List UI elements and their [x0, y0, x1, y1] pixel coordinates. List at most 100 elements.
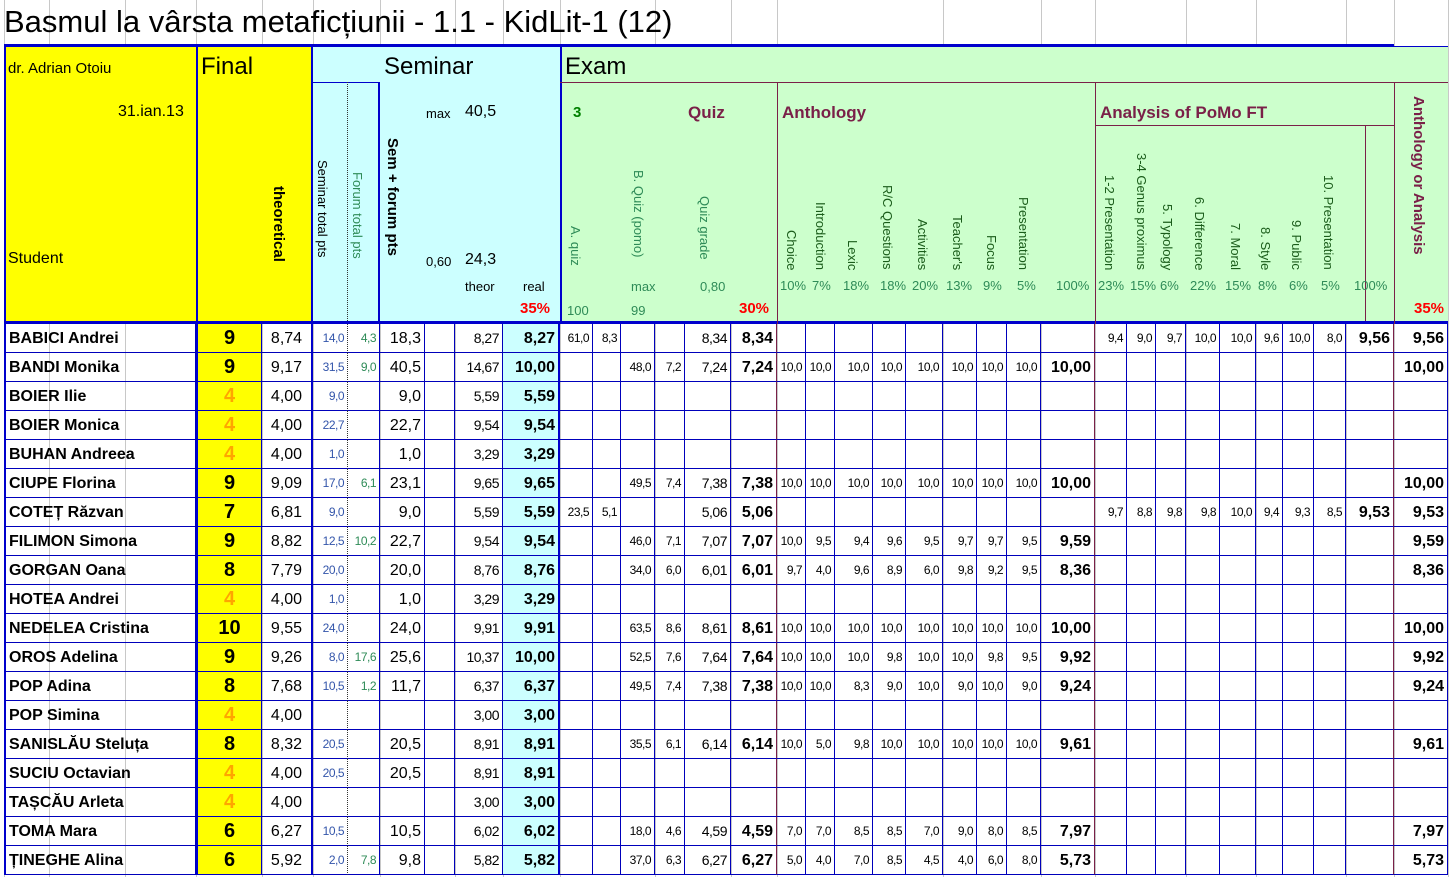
quiz-b-grade[interactable]: 7,4 — [655, 469, 685, 498]
analysis-score[interactable] — [1127, 411, 1156, 440]
anthology-score[interactable] — [906, 382, 943, 411]
anthology-score[interactable] — [873, 701, 906, 730]
anthology-score[interactable] — [873, 382, 906, 411]
anthology-total[interactable]: 10,00 — [1041, 353, 1095, 382]
anthology-score[interactable] — [777, 498, 806, 527]
analysis-total[interactable] — [1346, 846, 1394, 875]
quiz-a-grade[interactable]: 5,1 — [593, 498, 621, 527]
quiz-grade[interactable]: 8,61 — [685, 614, 731, 643]
analysis-score[interactable] — [1156, 614, 1186, 643]
quiz-b-points[interactable]: 46,0 — [621, 527, 655, 556]
quiz-final[interactable] — [731, 788, 777, 817]
anthology-score[interactable]: 10,0 — [1007, 353, 1041, 382]
anthology-score[interactable]: 7,0 — [835, 846, 873, 875]
analysis-score[interactable] — [1127, 353, 1156, 382]
analysis-score[interactable] — [1095, 759, 1127, 788]
sem-forum-total[interactable]: 23,1 — [380, 469, 425, 498]
seminar-total[interactable]: 20,5 — [313, 759, 348, 788]
seminar-theor[interactable]: 8,91 — [455, 759, 503, 788]
analysis-score[interactable] — [1314, 353, 1346, 382]
anthology-score[interactable] — [835, 498, 873, 527]
final-grade[interactable]: 4 — [196, 440, 262, 469]
analysis-score[interactable] — [1314, 846, 1346, 875]
seminar-theor[interactable]: 3,00 — [455, 701, 503, 730]
anthology-score[interactable] — [906, 585, 943, 614]
seminar-blank[interactable] — [425, 643, 455, 672]
anthology-score[interactable]: 9,0 — [943, 817, 977, 846]
seminar-real[interactable]: 3,00 — [503, 701, 560, 730]
analysis-total[interactable]: 9,56 — [1346, 324, 1394, 353]
quiz-b-points[interactable]: 52,5 — [621, 643, 655, 672]
analysis-score[interactable] — [1256, 585, 1283, 614]
quiz-b-grade[interactable]: 7,2 — [655, 353, 685, 382]
seminar-total[interactable]: 31,5 — [313, 353, 348, 382]
analysis-score[interactable] — [1220, 440, 1256, 469]
seminar-blank[interactable] — [425, 672, 455, 701]
analysis-score[interactable] — [1156, 701, 1186, 730]
analysis-score[interactable] — [1314, 614, 1346, 643]
theoretical-grade[interactable]: 5,92 — [262, 846, 313, 875]
theoretical-grade[interactable]: 7,79 — [262, 556, 313, 585]
sem-forum-total[interactable]: 20,0 — [380, 556, 425, 585]
analysis-score[interactable] — [1127, 556, 1156, 585]
theoretical-grade[interactable]: 4,00 — [262, 585, 313, 614]
anthology-score[interactable] — [777, 440, 806, 469]
anthology-score[interactable] — [873, 324, 906, 353]
anthology-score[interactable]: 10,0 — [777, 614, 806, 643]
forum-total[interactable]: 6,1 — [348, 469, 380, 498]
seminar-real[interactable]: 9,54 — [503, 527, 560, 556]
anthology-score[interactable]: 5,0 — [777, 846, 806, 875]
analysis-score[interactable] — [1127, 817, 1156, 846]
anthology-total[interactable]: 9,61 — [1041, 730, 1095, 759]
anthology-total[interactable]: 10,00 — [1041, 614, 1095, 643]
analysis-score[interactable] — [1220, 643, 1256, 672]
quiz-b-grade[interactable]: 6,3 — [655, 846, 685, 875]
quiz-a-points[interactable] — [560, 411, 593, 440]
final-grade[interactable]: 4 — [196, 411, 262, 440]
analysis-score[interactable] — [1283, 382, 1314, 411]
quiz-b-grade[interactable]: 6,1 — [655, 730, 685, 759]
analysis-total[interactable] — [1346, 527, 1394, 556]
quiz-a-grade[interactable] — [593, 701, 621, 730]
anthology-score[interactable] — [943, 498, 977, 527]
analysis-score[interactable] — [1283, 846, 1314, 875]
anthology-score[interactable] — [906, 788, 943, 817]
forum-total[interactable] — [348, 788, 380, 817]
analysis-score[interactable] — [1283, 440, 1314, 469]
forum-total[interactable] — [348, 498, 380, 527]
quiz-final[interactable]: 7,38 — [731, 469, 777, 498]
analysis-score[interactable] — [1095, 701, 1127, 730]
analysis-score[interactable] — [1256, 382, 1283, 411]
seminar-blank[interactable] — [425, 440, 455, 469]
analysis-score[interactable] — [1186, 527, 1220, 556]
anthology-score[interactable]: 10,0 — [977, 730, 1007, 759]
analysis-score[interactable] — [1314, 382, 1346, 411]
analysis-score[interactable]: 9,4 — [1095, 324, 1127, 353]
anthology-score[interactable] — [977, 788, 1007, 817]
sem-forum-total[interactable]: 40,5 — [380, 353, 425, 382]
quiz-b-grade[interactable]: 7,4 — [655, 672, 685, 701]
quiz-final[interactable] — [731, 382, 777, 411]
anthology-score[interactable]: 9,5 — [1007, 527, 1041, 556]
analysis-score[interactable] — [1127, 701, 1156, 730]
analysis-total[interactable] — [1346, 469, 1394, 498]
analysis-score[interactable] — [1256, 672, 1283, 701]
quiz-final[interactable]: 7,07 — [731, 527, 777, 556]
student-name[interactable]: TAȘCĂU Arleta — [4, 788, 196, 817]
quiz-b-grade[interactable] — [655, 440, 685, 469]
quiz-b-points[interactable]: 35,5 — [621, 730, 655, 759]
quiz-b-grade[interactable]: 7,6 — [655, 643, 685, 672]
quiz-a-grade[interactable] — [593, 672, 621, 701]
analysis-score[interactable] — [1256, 788, 1283, 817]
forum-total[interactable]: 10,2 — [348, 527, 380, 556]
forum-total[interactable]: 17,6 — [348, 643, 380, 672]
analysis-score[interactable]: 10,0 — [1186, 324, 1220, 353]
anthology-score[interactable]: 10,0 — [835, 643, 873, 672]
anthology-score[interactable]: 9,4 — [835, 527, 873, 556]
anthology-total[interactable]: 9,59 — [1041, 527, 1095, 556]
final-grade[interactable]: 10 — [196, 614, 262, 643]
anthology-score[interactable] — [977, 440, 1007, 469]
analysis-score[interactable] — [1314, 730, 1346, 759]
quiz-b-points[interactable] — [621, 788, 655, 817]
student-name[interactable]: BUHAN Andreea — [4, 440, 196, 469]
